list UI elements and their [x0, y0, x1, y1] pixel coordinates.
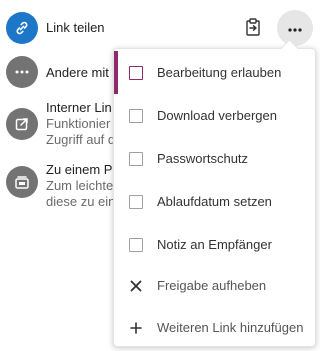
menu-item-password-protect[interactable]: Passwortschutz — [114, 137, 315, 180]
menu-item-unshare[interactable]: Freigabe aufheben — [114, 264, 315, 307]
note-to-recipient-checkbox[interactable] — [129, 237, 143, 252]
external-link-icon — [6, 108, 38, 140]
menu-item-label: Ablaufdatum setzen — [157, 194, 272, 209]
share-options-menu: Bearbeitung erlauben Download verbergen … — [113, 48, 316, 347]
hide-download-checkbox[interactable] — [129, 108, 143, 123]
plus-icon — [129, 321, 143, 335]
link-icon — [6, 12, 38, 44]
menu-item-label: Download verbergen — [157, 108, 277, 123]
more-actions-button[interactable] — [277, 10, 313, 46]
more-horizontal-icon — [288, 19, 302, 37]
menu-item-label: Freigabe aufheben — [157, 278, 267, 293]
share-other-title: Andere mit — [46, 65, 109, 80]
internal-link-description-2: Zugriff auf d — [46, 132, 116, 147]
menu-item-set-expiration[interactable]: Ablaufdatum setzen — [114, 180, 315, 223]
close-icon — [129, 279, 143, 293]
password-protect-checkbox[interactable] — [129, 151, 143, 166]
menu-item-label: Bearbeitung erlauben — [157, 65, 282, 80]
menu-item-hide-download[interactable]: Download verbergen — [114, 94, 315, 137]
copy-to-clipboard-button[interactable] — [240, 16, 266, 42]
clipboard-icon — [245, 17, 261, 41]
project-icon — [6, 166, 38, 198]
menu-item-add-another-link[interactable]: Weiteren Link hinzufügen — [114, 306, 315, 349]
add-to-project-title: Zu einem Pr — [46, 162, 117, 177]
sharing-panel: Link teilen Andere mit Interner Lin Funk… — [0, 0, 320, 351]
menu-item-label: Weiteren Link hinzufügen — [157, 320, 304, 335]
share-other-row[interactable]: Andere mit — [6, 56, 121, 88]
menu-item-allow-editing[interactable]: Bearbeitung erlauben — [114, 51, 315, 94]
add-to-project-row[interactable]: Zu einem Pr Zum leichte diese zu ein — [6, 162, 118, 210]
internal-link-row[interactable]: Interner Lin Funktionier Zugriff auf d — [6, 100, 118, 148]
internal-link-title: Interner Lin — [46, 100, 112, 115]
add-to-project-description-1: Zum leichte — [46, 178, 114, 193]
internal-link-description-1: Funktionier — [46, 116, 111, 131]
share-link-title: Link teilen — [46, 20, 105, 35]
menu-item-label: Notiz an Empfänger — [157, 237, 272, 252]
menu-item-label: Passwortschutz — [157, 151, 249, 166]
menu-item-note-to-recipient[interactable]: Notiz an Empfänger — [114, 223, 315, 266]
add-to-project-description-2: diese zu ein — [46, 194, 116, 209]
share-link-row[interactable]: Link teilen — [6, 12, 105, 44]
more-horizontal-icon — [6, 56, 38, 88]
set-expiration-checkbox[interactable] — [129, 194, 143, 209]
allow-editing-checkbox[interactable] — [129, 65, 143, 80]
